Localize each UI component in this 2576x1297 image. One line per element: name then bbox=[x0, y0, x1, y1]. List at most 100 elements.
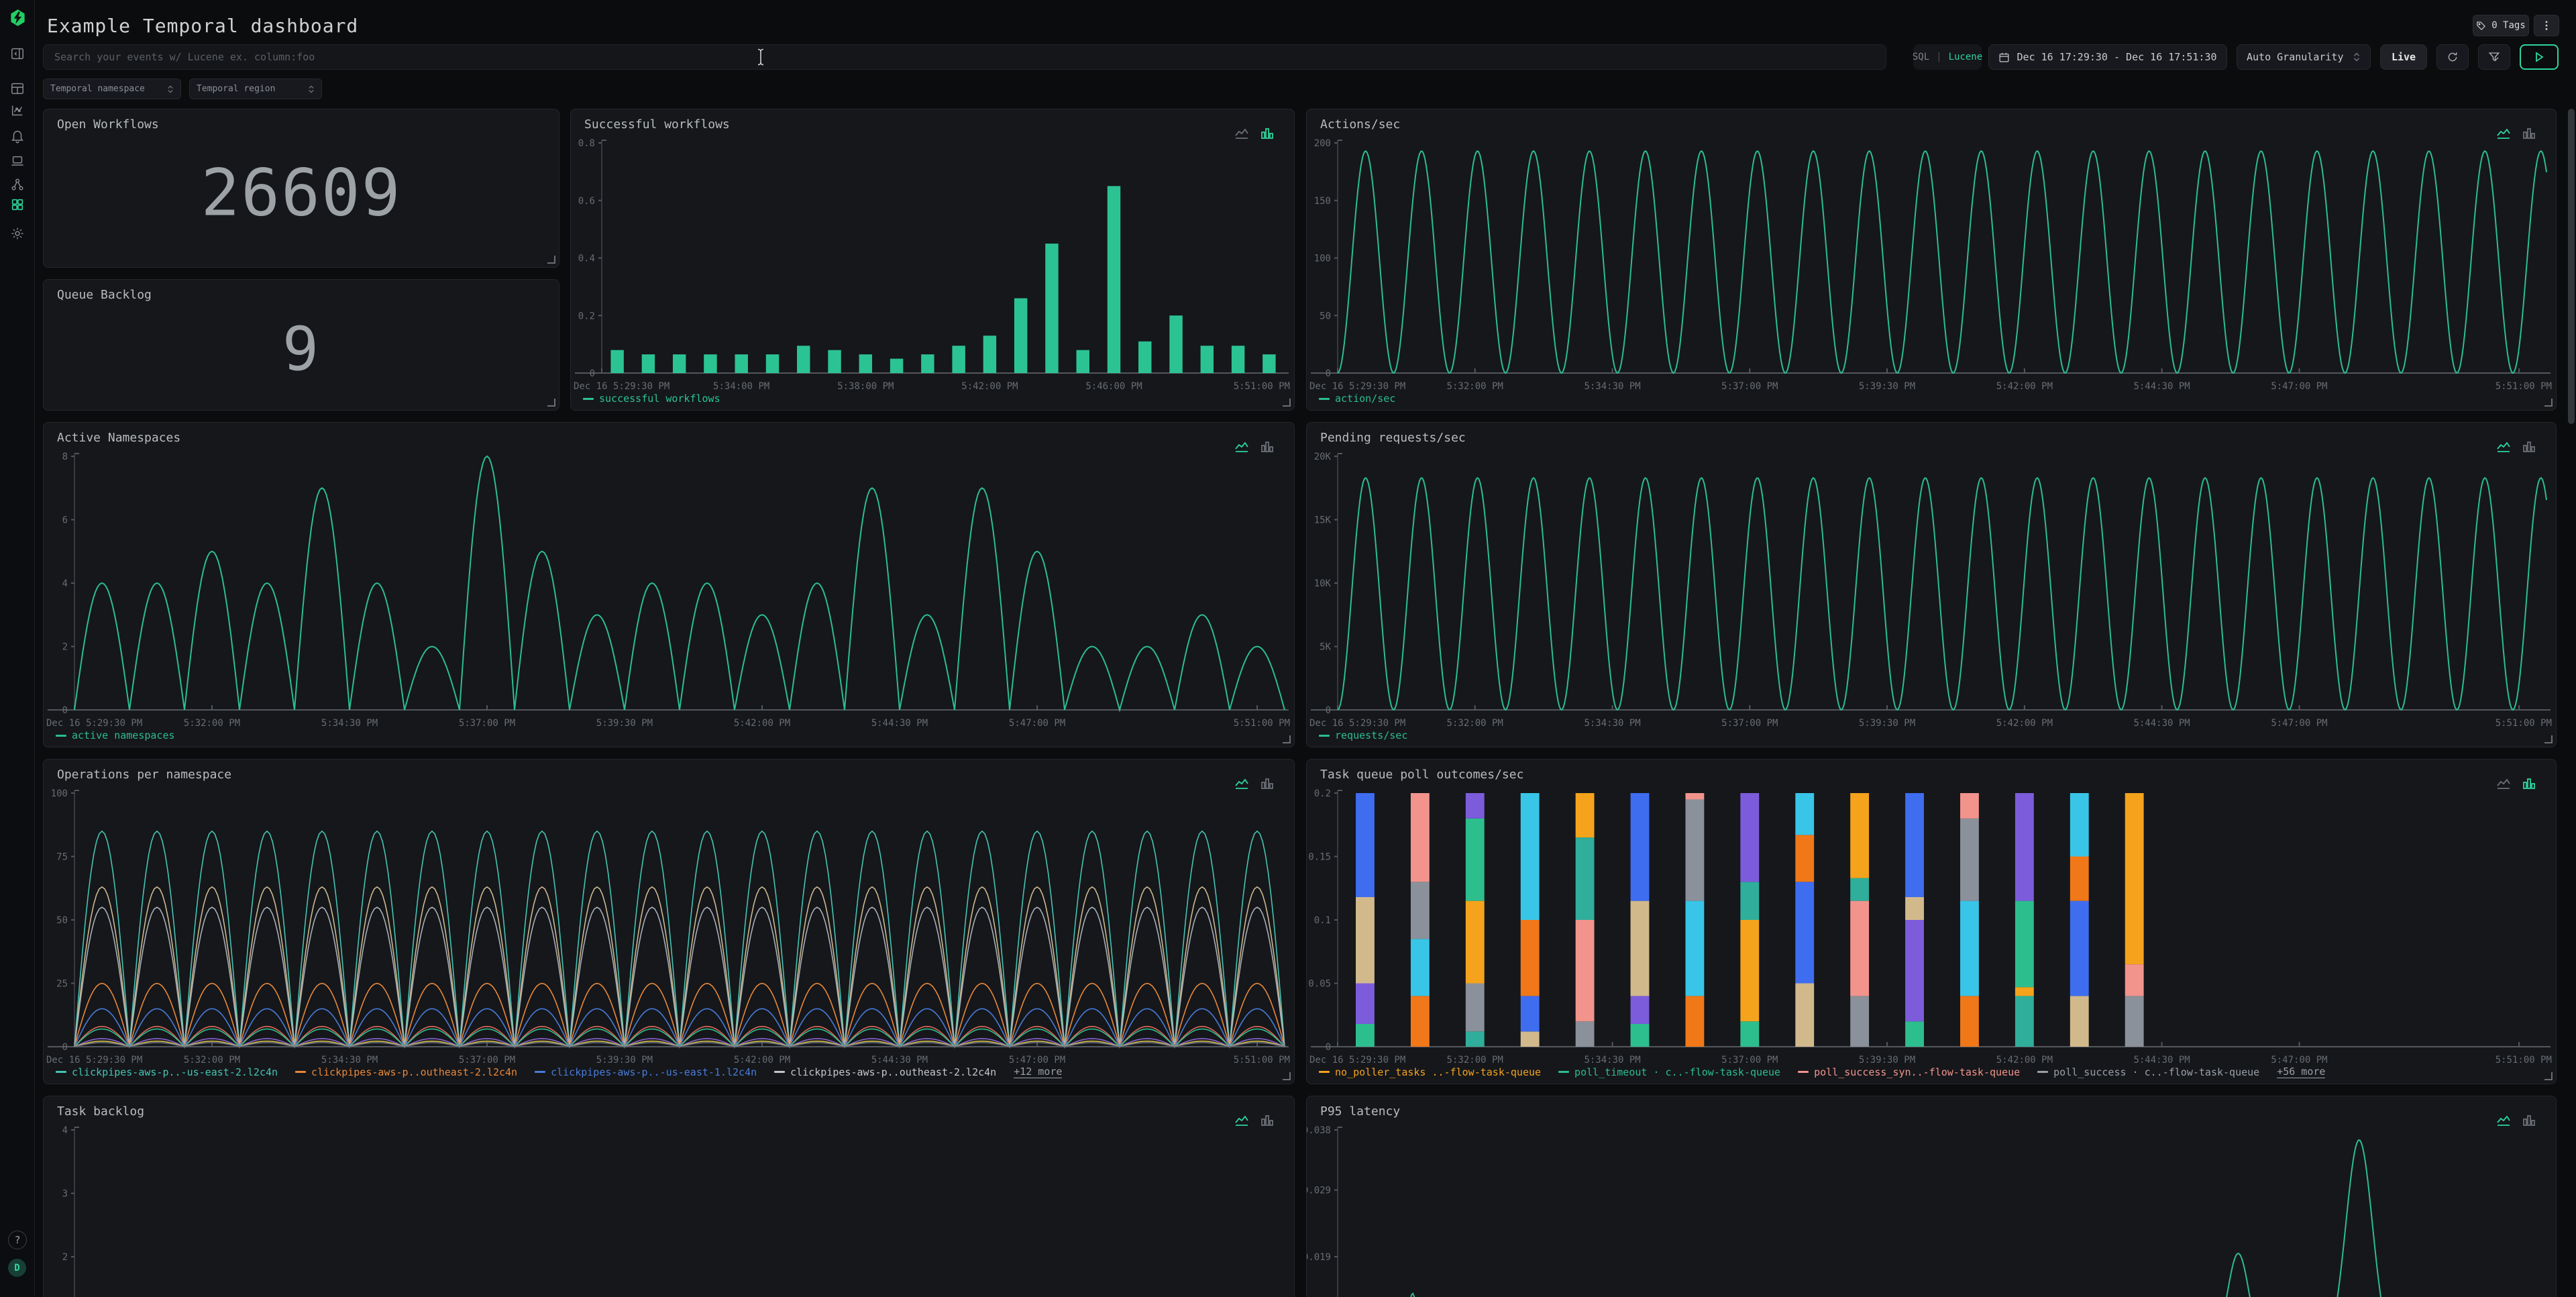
chart-explore-icon[interactable] bbox=[10, 103, 25, 118]
svg-text:5:42:00 PM: 5:42:00 PM bbox=[1996, 718, 2053, 729]
help-button[interactable]: ? bbox=[8, 1231, 27, 1249]
legend-swatch bbox=[56, 735, 66, 737]
bar-chart-toggle-icon[interactable] bbox=[1259, 1112, 1275, 1129]
search-input[interactable] bbox=[43, 44, 1886, 70]
svg-text:6: 6 bbox=[62, 515, 68, 526]
legend-more-link[interactable]: +12 more bbox=[1014, 1066, 1062, 1078]
legend-label: poll_success_syn..-flow-task-queue bbox=[1814, 1066, 2020, 1078]
panel-title: Successful workflows bbox=[584, 117, 730, 132]
run-query-button[interactable] bbox=[2520, 44, 2559, 70]
legend-swatch bbox=[774, 1071, 785, 1073]
legend-item[interactable]: clickpipes-aws-p..-us-east-2.l2c4n bbox=[56, 1066, 278, 1078]
chart-view-toggles bbox=[1234, 439, 1275, 455]
refresh-icon bbox=[2447, 51, 2459, 63]
legend-item[interactable]: successful workflows bbox=[583, 393, 720, 405]
svg-text:0: 0 bbox=[1326, 1042, 1331, 1053]
svg-text:50: 50 bbox=[1320, 311, 1331, 321]
legend-label: clickpipes-aws-p..outheast-2.l2c4n bbox=[790, 1066, 996, 1078]
filter-button[interactable] bbox=[2478, 44, 2510, 70]
legend-label: clickpipes-aws-p..-us-east-1.l2c4n bbox=[551, 1066, 757, 1078]
svg-text:0.15: 0.15 bbox=[1308, 852, 1331, 863]
area-chart-toggle-icon[interactable] bbox=[2496, 125, 2512, 142]
legend-item[interactable]: active namespaces bbox=[56, 729, 175, 741]
area-chart-toggle-icon[interactable] bbox=[2496, 439, 2512, 455]
svg-text:5:47:00 PM: 5:47:00 PM bbox=[1009, 1055, 1065, 1066]
laptop-icon[interactable] bbox=[10, 154, 25, 168]
area-chart-toggle-icon[interactable] bbox=[1234, 776, 1250, 792]
legend-item[interactable]: poll_timeout · c..-flow-task-queue bbox=[1558, 1066, 1780, 1078]
svg-text:25: 25 bbox=[56, 979, 68, 990]
chart-plot: 0.0190.0290.038 bbox=[1307, 1096, 2557, 1297]
refresh-button[interactable] bbox=[2436, 44, 2469, 70]
legend-item[interactable]: clickpipes-aws-p..outheast-2.l2c4n bbox=[774, 1066, 996, 1078]
legend-swatch bbox=[535, 1071, 545, 1073]
panel-resize-handle[interactable] bbox=[547, 256, 555, 264]
area-chart-toggle-icon[interactable] bbox=[1234, 125, 1250, 142]
legend-item[interactable]: requests/sec bbox=[1319, 729, 1407, 741]
svg-text:0.6: 0.6 bbox=[578, 196, 595, 207]
svg-text:200: 200 bbox=[1314, 138, 1331, 149]
bar-chart-toggle-icon[interactable] bbox=[2521, 439, 2537, 455]
bar-chart-toggle-icon[interactable] bbox=[1259, 439, 1275, 455]
svg-text:5:44:30 PM: 5:44:30 PM bbox=[2133, 381, 2190, 392]
bar-chart-toggle-icon[interactable] bbox=[2521, 1112, 2537, 1129]
legend-swatch bbox=[1798, 1071, 1809, 1073]
date-range-picker[interactable]: Dec 16 17:29:30 - Dec 16 17:51:30 bbox=[1988, 44, 2227, 70]
svg-text:5:32:00 PM: 5:32:00 PM bbox=[1447, 718, 1503, 729]
legend-item[interactable]: poll_success · c..-flow-task-queue bbox=[2037, 1066, 2259, 1078]
panel-open-workflows: Open Workflows 26609 bbox=[43, 109, 559, 268]
bar-chart-toggle-icon[interactable] bbox=[1259, 776, 1275, 792]
svg-text:0.2: 0.2 bbox=[578, 311, 595, 321]
chart-view-toggles bbox=[2496, 439, 2537, 455]
chart-view-toggles bbox=[1234, 125, 1275, 142]
chart-view-toggles bbox=[2496, 1112, 2537, 1129]
legend-item[interactable]: poll_success_syn..-flow-task-queue bbox=[1798, 1066, 2020, 1078]
chart-view-toggles bbox=[1234, 1112, 1275, 1129]
filter-chip-temporal-namespace[interactable]: Temporal namespace bbox=[43, 79, 181, 99]
dashboards-icon[interactable] bbox=[10, 197, 25, 212]
svg-text:5:37:00 PM: 5:37:00 PM bbox=[1721, 381, 1778, 392]
area-chart-toggle-icon[interactable] bbox=[1234, 1112, 1250, 1129]
tags-button[interactable]: 0 Tags bbox=[2473, 15, 2529, 36]
alerts-bell-icon[interactable] bbox=[10, 129, 25, 144]
svg-text:5:37:00 PM: 5:37:00 PM bbox=[1721, 1055, 1778, 1066]
panel-pending-requests: Pending requests/sec 05K10K15K20KDec 16 … bbox=[1306, 422, 2557, 747]
user-avatar[interactable]: D bbox=[8, 1259, 26, 1277]
legend-item[interactable]: clickpipes-aws-p..outheast-2.l2c4n bbox=[295, 1066, 517, 1078]
panel-title: Pending requests/sec bbox=[1320, 431, 1466, 445]
panel-resize-handle[interactable] bbox=[547, 399, 555, 407]
svg-text:0.4: 0.4 bbox=[578, 254, 595, 264]
query-mode-toggle[interactable]: SQL|Lucene bbox=[1913, 44, 1982, 70]
scrollbar-thumb[interactable] bbox=[2568, 109, 2575, 424]
area-chart-toggle-icon[interactable] bbox=[2496, 776, 2512, 792]
filter-chip-temporal-region[interactable]: Temporal region bbox=[189, 79, 322, 99]
collapse-panel-icon[interactable] bbox=[10, 46, 25, 61]
panel-successful-workflows: Successful workflows 00.20.40.60.8Dec 16… bbox=[570, 109, 1295, 411]
chart-legend: action/sec bbox=[1319, 393, 1395, 405]
chart-legend: active namespaces bbox=[56, 729, 175, 741]
granularity-select[interactable]: Auto Granularity bbox=[2237, 44, 2371, 70]
chevron-up-down-icon bbox=[308, 85, 315, 94]
live-button[interactable]: Live bbox=[2380, 44, 2427, 70]
table-view-icon[interactable] bbox=[10, 81, 25, 96]
svg-text:10K: 10K bbox=[1314, 578, 1332, 589]
legend-more-link[interactable]: +56 more bbox=[2277, 1066, 2325, 1078]
legend-item[interactable]: no_poller_tasks ..-flow-task-queue bbox=[1319, 1066, 1541, 1078]
app-logo-icon[interactable] bbox=[9, 9, 27, 27]
play-icon bbox=[2534, 52, 2544, 62]
settings-gear-icon[interactable] bbox=[10, 226, 25, 241]
bar-chart-toggle-icon[interactable] bbox=[1259, 125, 1275, 142]
area-chart-toggle-icon[interactable] bbox=[2496, 1112, 2512, 1129]
chart-view-toggles bbox=[2496, 125, 2537, 142]
panel-task-queue-poll-outcomes: Task queue poll outcomes/sec 00.050.10.1… bbox=[1306, 759, 2557, 1084]
legend-item[interactable]: action/sec bbox=[1319, 393, 1395, 405]
kebab-menu-icon bbox=[2542, 20, 2551, 31]
svg-text:5:44:30 PM: 5:44:30 PM bbox=[871, 1055, 928, 1066]
bar-chart-toggle-icon[interactable] bbox=[2521, 776, 2537, 792]
graph-nodes-icon[interactable] bbox=[10, 177, 25, 192]
area-chart-toggle-icon[interactable] bbox=[1234, 439, 1250, 455]
bar-chart-toggle-icon[interactable] bbox=[2521, 125, 2537, 142]
svg-text:0.8: 0.8 bbox=[578, 138, 595, 149]
overflow-menu-button[interactable] bbox=[2534, 15, 2559, 36]
legend-item[interactable]: clickpipes-aws-p..-us-east-1.l2c4n bbox=[535, 1066, 757, 1078]
